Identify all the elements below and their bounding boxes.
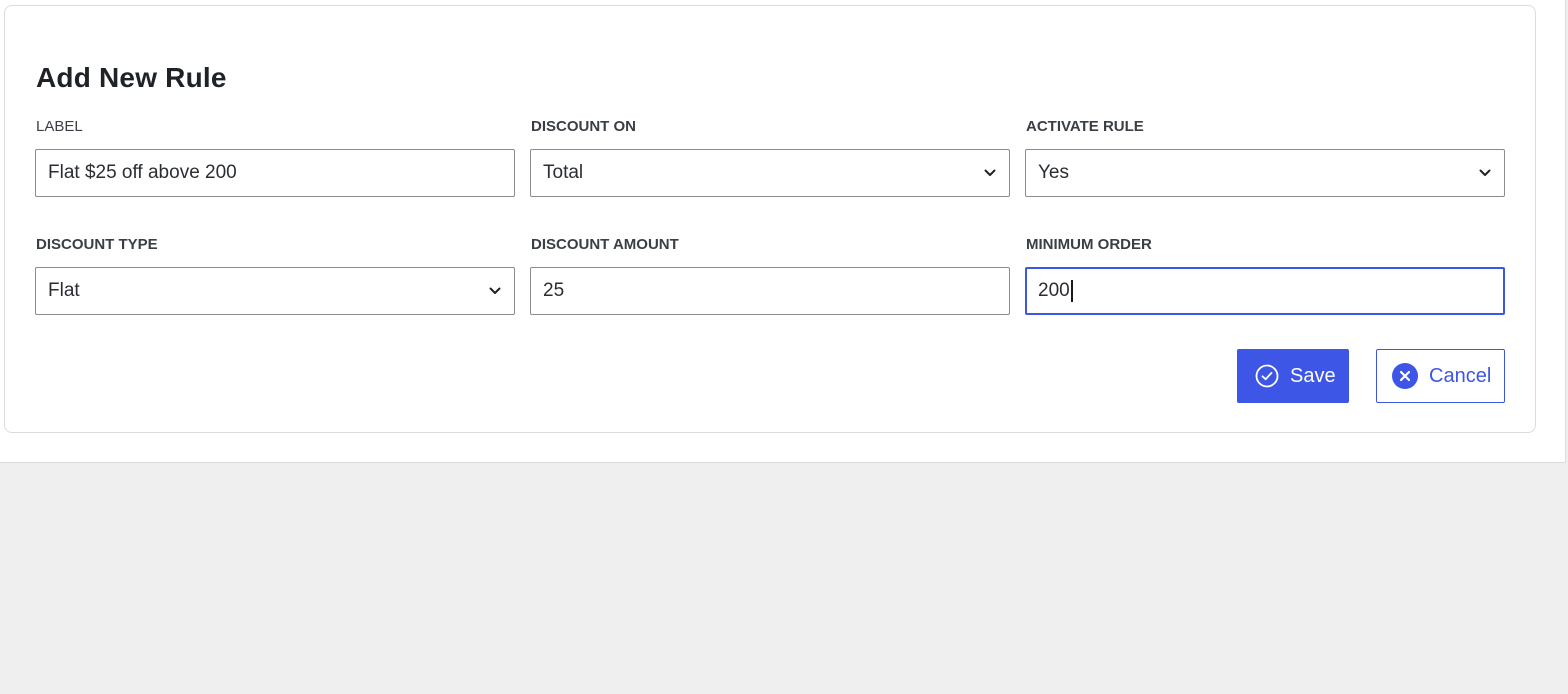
save-button-label: Save <box>1290 364 1336 387</box>
minimum-order-label: MINIMUM ORDER <box>1026 236 1152 253</box>
text-cursor <box>1070 279 1073 302</box>
chevron-down-icon <box>1478 166 1492 180</box>
discount-type-label: DISCOUNT TYPE <box>36 236 158 253</box>
chevron-down-icon <box>488 284 502 298</box>
check-circle-icon <box>1255 364 1279 388</box>
discount-amount-value: 25 <box>543 280 565 301</box>
add-rule-card: Add New Rule LABEL DISCOUNT ON ACTIVATE … <box>4 5 1536 433</box>
activate-rule-select[interactable]: Yes <box>1025 149 1505 197</box>
cancel-button-label: Cancel <box>1429 364 1492 387</box>
discount-amount-input[interactable]: 25 <box>530 267 1010 315</box>
activate-rule-selected-value: Yes <box>1038 162 1069 183</box>
page-title: Add New Rule <box>36 62 227 93</box>
discount-type-select[interactable]: Flat <box>35 267 515 315</box>
discount-type-selected-value: Flat <box>48 280 80 301</box>
chevron-down-icon <box>983 166 997 180</box>
close-circle-icon <box>1392 363 1418 389</box>
label-input[interactable]: Flat $25 off above 200 <box>35 149 515 197</box>
cancel-button[interactable]: Cancel <box>1376 349 1505 403</box>
minimum-order-value: 200 <box>1038 280 1070 301</box>
label-field-label: LABEL <box>36 118 83 135</box>
discount-amount-label: DISCOUNT AMOUNT <box>531 236 679 253</box>
label-input-value: Flat $25 off above 200 <box>48 162 237 183</box>
activate-rule-label: ACTIVATE RULE <box>1026 118 1144 135</box>
discount-on-select[interactable]: Total <box>530 149 1010 197</box>
minimum-order-input[interactable]: 200 <box>1025 267 1505 315</box>
discount-on-selected-value: Total <box>543 162 584 183</box>
save-button[interactable]: Save <box>1237 349 1349 403</box>
discount-on-label: DISCOUNT ON <box>531 118 636 135</box>
